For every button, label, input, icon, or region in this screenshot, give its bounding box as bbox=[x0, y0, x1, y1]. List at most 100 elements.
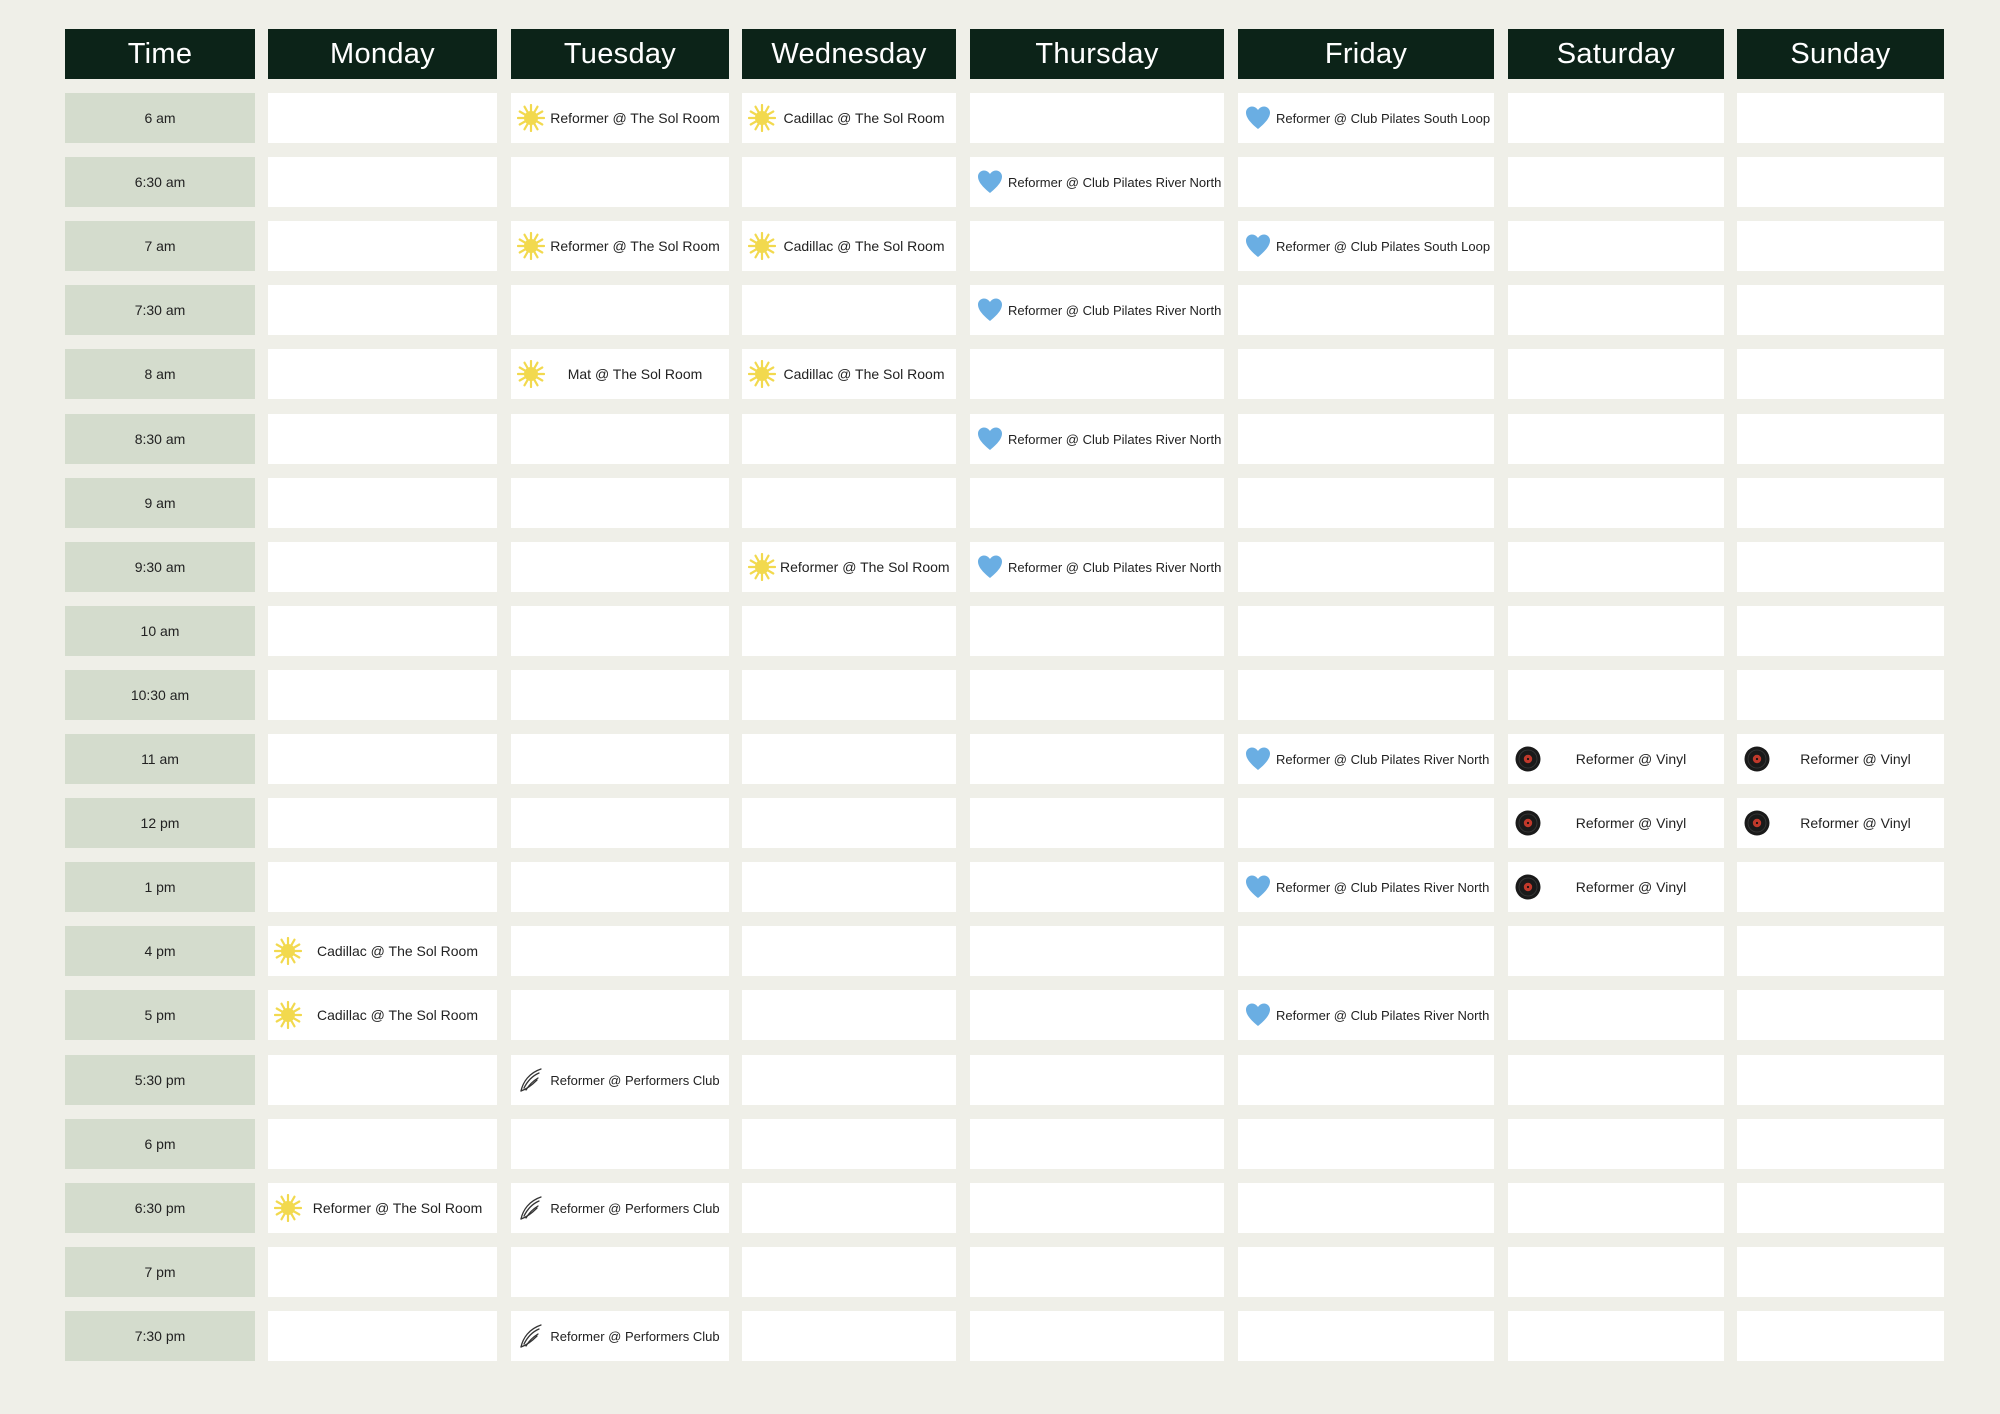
class-entry[interactable]: Cadillac @ The Sol Room bbox=[268, 990, 497, 1040]
class-entry[interactable]: Reformer @ Vinyl bbox=[1508, 734, 1724, 784]
class-entry[interactable]: Reformer @ Performers Club bbox=[511, 1311, 729, 1361]
schedule-cell-thursday[interactable] bbox=[970, 478, 1224, 528]
class-entry[interactable]: Reformer @ Club Pilates South Loop bbox=[1238, 93, 1494, 143]
schedule-cell-friday[interactable] bbox=[1238, 1119, 1494, 1169]
schedule-cell-tuesday[interactable] bbox=[511, 862, 729, 912]
schedule-cell-tuesday[interactable] bbox=[511, 285, 729, 335]
schedule-cell-saturday[interactable] bbox=[1508, 478, 1724, 528]
schedule-cell-saturday[interactable] bbox=[1508, 285, 1724, 335]
schedule-cell-wednesday[interactable] bbox=[742, 1055, 956, 1105]
schedule-cell-sunday[interactable] bbox=[1737, 670, 1944, 720]
schedule-cell-saturday[interactable] bbox=[1508, 157, 1724, 207]
schedule-cell-saturday[interactable] bbox=[1508, 1247, 1724, 1297]
schedule-cell-wednesday[interactable] bbox=[742, 798, 956, 848]
class-entry[interactable]: Reformer @ Club Pilates River North bbox=[970, 542, 1224, 592]
class-entry[interactable]: Reformer @ The Sol Room bbox=[268, 1183, 497, 1233]
class-entry[interactable]: Cadillac @ The Sol Room bbox=[268, 926, 497, 976]
schedule-cell-monday[interactable] bbox=[268, 862, 497, 912]
schedule-cell-tuesday[interactable] bbox=[511, 478, 729, 528]
class-entry[interactable]: Reformer @ Club Pilates River North bbox=[970, 157, 1224, 207]
schedule-cell-saturday[interactable] bbox=[1508, 349, 1724, 399]
schedule-cell-monday[interactable] bbox=[268, 93, 497, 143]
schedule-cell-friday[interactable] bbox=[1238, 606, 1494, 656]
class-entry[interactable]: Reformer @ Performers Club bbox=[511, 1055, 729, 1105]
class-entry[interactable]: Reformer @ Vinyl bbox=[1508, 862, 1724, 912]
schedule-cell-thursday[interactable] bbox=[970, 1247, 1224, 1297]
schedule-cell-sunday[interactable] bbox=[1737, 285, 1944, 335]
schedule-cell-wednesday[interactable] bbox=[742, 478, 956, 528]
class-entry[interactable]: Cadillac @ The Sol Room bbox=[742, 93, 956, 143]
class-entry[interactable]: Cadillac @ The Sol Room bbox=[742, 349, 956, 399]
schedule-cell-saturday[interactable] bbox=[1508, 606, 1724, 656]
schedule-cell-tuesday[interactable] bbox=[511, 542, 729, 592]
schedule-cell-sunday[interactable] bbox=[1737, 157, 1944, 207]
schedule-cell-saturday[interactable] bbox=[1508, 414, 1724, 464]
schedule-cell-wednesday[interactable] bbox=[742, 670, 956, 720]
schedule-cell-monday[interactable] bbox=[268, 349, 497, 399]
schedule-cell-thursday[interactable] bbox=[970, 990, 1224, 1040]
schedule-cell-thursday[interactable] bbox=[970, 734, 1224, 784]
schedule-cell-sunday[interactable] bbox=[1737, 926, 1944, 976]
schedule-cell-saturday[interactable] bbox=[1508, 1119, 1724, 1169]
schedule-cell-sunday[interactable] bbox=[1737, 478, 1944, 528]
class-entry[interactable]: Cadillac @ The Sol Room bbox=[742, 221, 956, 271]
schedule-cell-sunday[interactable] bbox=[1737, 1247, 1944, 1297]
schedule-cell-wednesday[interactable] bbox=[742, 414, 956, 464]
schedule-cell-wednesday[interactable] bbox=[742, 157, 956, 207]
schedule-cell-friday[interactable] bbox=[1238, 798, 1494, 848]
schedule-cell-friday[interactable] bbox=[1238, 670, 1494, 720]
schedule-cell-saturday[interactable] bbox=[1508, 93, 1724, 143]
schedule-cell-wednesday[interactable] bbox=[742, 1247, 956, 1297]
schedule-cell-saturday[interactable] bbox=[1508, 221, 1724, 271]
schedule-cell-sunday[interactable] bbox=[1737, 221, 1944, 271]
schedule-cell-thursday[interactable] bbox=[970, 1055, 1224, 1105]
schedule-cell-sunday[interactable] bbox=[1737, 606, 1944, 656]
class-entry[interactable]: Reformer @ Vinyl bbox=[1508, 798, 1724, 848]
schedule-cell-thursday[interactable] bbox=[970, 1311, 1224, 1361]
schedule-cell-tuesday[interactable] bbox=[511, 926, 729, 976]
schedule-cell-tuesday[interactable] bbox=[511, 798, 729, 848]
schedule-cell-friday[interactable] bbox=[1238, 157, 1494, 207]
schedule-cell-friday[interactable] bbox=[1238, 349, 1494, 399]
schedule-cell-saturday[interactable] bbox=[1508, 670, 1724, 720]
schedule-cell-sunday[interactable] bbox=[1737, 1119, 1944, 1169]
schedule-cell-monday[interactable] bbox=[268, 221, 497, 271]
schedule-cell-monday[interactable] bbox=[268, 670, 497, 720]
schedule-cell-thursday[interactable] bbox=[970, 862, 1224, 912]
schedule-cell-wednesday[interactable] bbox=[742, 862, 956, 912]
schedule-cell-tuesday[interactable] bbox=[511, 670, 729, 720]
schedule-cell-tuesday[interactable] bbox=[511, 606, 729, 656]
class-entry[interactable]: Reformer @ Performers Club bbox=[511, 1183, 729, 1233]
schedule-cell-friday[interactable] bbox=[1238, 1183, 1494, 1233]
schedule-cell-tuesday[interactable] bbox=[511, 734, 729, 784]
schedule-cell-monday[interactable] bbox=[268, 798, 497, 848]
schedule-cell-friday[interactable] bbox=[1238, 285, 1494, 335]
schedule-cell-wednesday[interactable] bbox=[742, 606, 956, 656]
schedule-cell-monday[interactable] bbox=[268, 1311, 497, 1361]
schedule-cell-saturday[interactable] bbox=[1508, 926, 1724, 976]
schedule-cell-wednesday[interactable] bbox=[742, 1311, 956, 1361]
class-entry[interactable]: Reformer @ Club Pilates River North bbox=[1238, 734, 1494, 784]
schedule-cell-tuesday[interactable] bbox=[511, 1119, 729, 1169]
class-entry[interactable]: Reformer @ Vinyl bbox=[1737, 734, 1944, 784]
schedule-cell-wednesday[interactable] bbox=[742, 1119, 956, 1169]
schedule-cell-friday[interactable] bbox=[1238, 414, 1494, 464]
class-entry[interactable]: Reformer @ The Sol Room bbox=[742, 542, 956, 592]
schedule-cell-friday[interactable] bbox=[1238, 1055, 1494, 1105]
schedule-cell-tuesday[interactable] bbox=[511, 1247, 729, 1297]
class-entry[interactable]: Reformer @ Vinyl bbox=[1737, 798, 1944, 848]
schedule-cell-saturday[interactable] bbox=[1508, 542, 1724, 592]
schedule-cell-friday[interactable] bbox=[1238, 1247, 1494, 1297]
schedule-cell-monday[interactable] bbox=[268, 414, 497, 464]
schedule-cell-saturday[interactable] bbox=[1508, 1183, 1724, 1233]
schedule-cell-wednesday[interactable] bbox=[742, 734, 956, 784]
schedule-cell-friday[interactable] bbox=[1238, 542, 1494, 592]
schedule-cell-friday[interactable] bbox=[1238, 478, 1494, 528]
schedule-cell-tuesday[interactable] bbox=[511, 414, 729, 464]
schedule-cell-thursday[interactable] bbox=[970, 798, 1224, 848]
class-entry[interactable]: Reformer @ The Sol Room bbox=[511, 221, 729, 271]
schedule-cell-sunday[interactable] bbox=[1737, 990, 1944, 1040]
schedule-cell-tuesday[interactable] bbox=[511, 990, 729, 1040]
schedule-cell-wednesday[interactable] bbox=[742, 1183, 956, 1233]
schedule-cell-monday[interactable] bbox=[268, 1247, 497, 1297]
